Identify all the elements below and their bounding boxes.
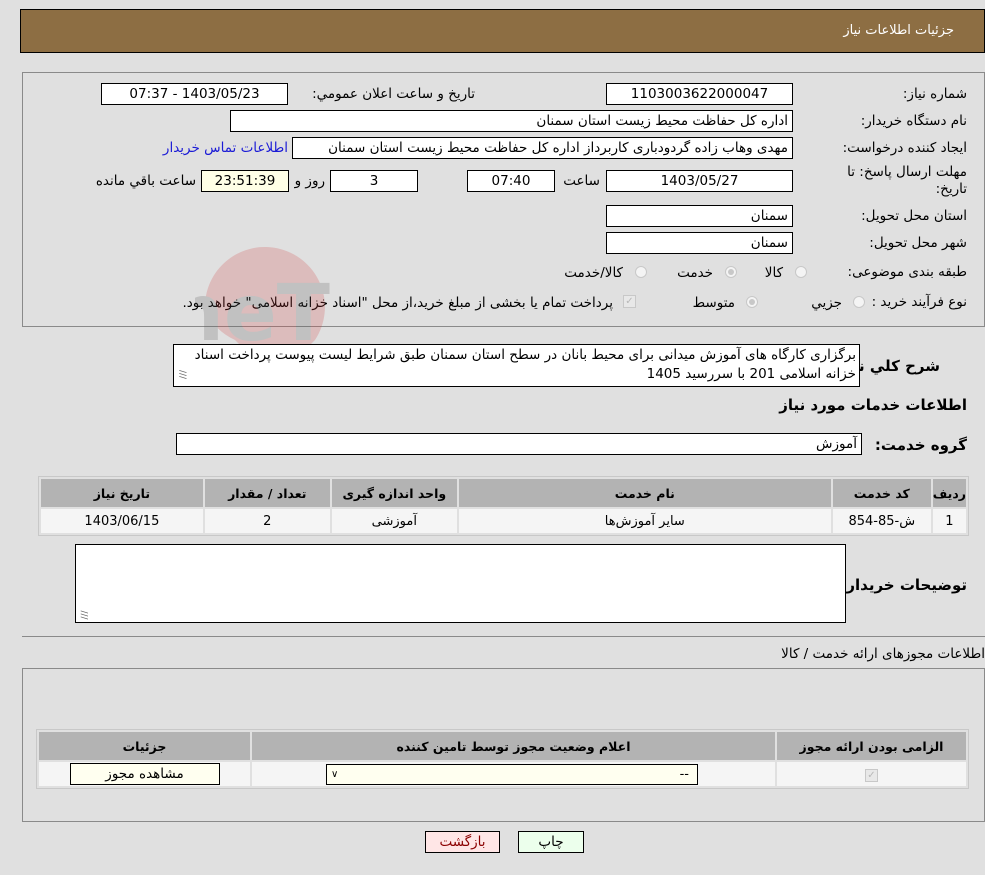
category-radio-goods-service[interactable] — [635, 266, 647, 278]
treasury-checkbox[interactable]: ✓ — [623, 295, 636, 308]
process-medium-label: متوسط — [692, 295, 735, 311]
col-unit: واحد اندازه گیری — [331, 479, 457, 507]
print-button[interactable]: چاپ — [518, 831, 584, 853]
chevron-down-icon: ∨ — [331, 768, 339, 780]
deadline-date-field: 1403/05/27 — [606, 170, 793, 192]
services-table: ردیف کد خدمت نام خدمت واحد اندازه گیری ت… — [38, 476, 969, 536]
cell-name: سایر آموزش‌ها — [458, 509, 831, 533]
col-row: ردیف — [932, 479, 966, 507]
category-goods-service-label: کالا/خدمت — [564, 265, 623, 281]
buyer-org-label: نام دستگاه خریدار: — [860, 113, 967, 129]
cell-date: 1403/06/15 — [41, 509, 203, 533]
page-title: جزئیات اطلاعات نیاز — [843, 23, 954, 38]
services-section-title: اطلاعات خدمات مورد نیاز — [779, 396, 967, 414]
view-permit-button[interactable]: مشاهده مجوز — [69, 763, 220, 785]
description-text: برگزاری کارگاه های آموزش میدانی برای محی… — [194, 347, 856, 382]
time-remaining-field: 23:51:39 — [201, 170, 289, 192]
days-remaining-field: 3 — [330, 170, 418, 192]
cell-details: مشاهده مجوز — [39, 762, 250, 786]
buyer-notes-textarea[interactable]: /// — [75, 544, 846, 623]
col-required: الزامی بودن ارائه مجوز — [777, 732, 966, 760]
col-details: جزئیات — [39, 732, 250, 760]
cell-required: ✓ — [777, 762, 966, 786]
cell-unit: آموزشی — [331, 509, 457, 533]
permits-section-title: اطلاعات مجوزهای ارائه خدمت / کالا — [781, 646, 985, 662]
description-textarea[interactable]: برگزاری کارگاه های آموزش میدانی برای محی… — [173, 344, 860, 387]
col-date: تاریخ نیاز — [41, 479, 203, 507]
col-name: نام خدمت — [458, 479, 831, 507]
table-row: 1 ش-85-854 سایر آموزش‌ها آموزشی 2 1403/0… — [41, 509, 966, 533]
permit-status-value: -- — [679, 766, 689, 782]
province-field: سمنان — [606, 205, 793, 227]
cell-qty: 2 — [204, 509, 330, 533]
category-radio-service[interactable] — [725, 266, 737, 278]
creator-field: مهدی وهاب زاده گردودباری کاربرداز اداره … — [292, 137, 793, 159]
col-status: اعلام وضعیت مجوز توسط تامین کننده — [252, 732, 775, 760]
process-radio-minor[interactable] — [853, 296, 865, 308]
need-number-field: 1103003622000047 — [606, 83, 793, 105]
deadline-time-field: 07:40 — [467, 170, 555, 192]
col-code: کد خدمت — [832, 479, 931, 507]
province-label: استان محل تحویل: — [861, 208, 967, 224]
need-number-label: شماره نیاز: — [902, 86, 967, 102]
process-label: نوع فرآیند خرید : — [871, 294, 967, 310]
category-label: طبقه بندی موضوعی: — [847, 264, 967, 280]
resize-handle-icon[interactable]: /// — [174, 370, 191, 379]
service-group-field: آموزش — [176, 433, 862, 455]
resize-handle-icon[interactable]: /// — [79, 610, 89, 619]
category-radio-goods[interactable] — [795, 266, 807, 278]
deadline-time-label: ساعت — [563, 173, 600, 189]
cell-status: -- ∨ — [252, 762, 775, 786]
process-minor-label: جزيي — [811, 295, 842, 311]
creator-label: ایجاد کننده درخواست: — [842, 140, 967, 156]
treasury-note: پرداخت تمام یا بخشی از مبلغ خرید،از محل … — [182, 295, 613, 311]
category-service-label: خدمت — [677, 265, 713, 281]
time-remaining-label: ساعت باقي مانده — [95, 173, 196, 189]
permit-required-checkbox[interactable]: ✓ — [865, 768, 878, 782]
days-label: روز و — [294, 173, 325, 189]
back-button[interactable]: بازگشت — [425, 831, 500, 853]
permits-table: الزامی بودن ارائه مجوز اعلام وضعیت مجوز … — [36, 729, 969, 789]
services-table-header: ردیف کد خدمت نام خدمت واحد اندازه گیری ت… — [41, 479, 966, 507]
city-field: سمنان — [606, 232, 793, 254]
cell-row: 1 — [932, 509, 966, 533]
table-row: ✓ -- ∨ مشاهده مجوز — [39, 762, 966, 786]
process-radio-medium[interactable] — [746, 296, 758, 308]
deadline-label: مهلت ارسال پاسخ: تا تاریخ: — [847, 164, 967, 197]
category-goods-label: کالا — [764, 265, 783, 281]
col-qty: تعداد / مقدار — [204, 479, 330, 507]
announce-field: 1403/05/23 - 07:37 — [101, 83, 288, 105]
city-label: شهر محل تحویل: — [869, 235, 967, 251]
announce-label: تاریخ و ساعت اعلان عمومي: — [312, 86, 475, 102]
permit-status-select[interactable]: -- ∨ — [326, 763, 698, 785]
buyer-org-field: اداره کل حفاظت محیط زیست استان سمنان — [230, 110, 793, 132]
page-header: جزئیات اطلاعات نیاز — [20, 9, 985, 53]
divider — [22, 636, 985, 637]
cell-code: ش-85-854 — [832, 509, 931, 533]
buyer-notes-label: توضیحات خریدار: — [840, 576, 967, 594]
buyer-contact-link[interactable]: اطلاعات تماس خریدار — [163, 140, 288, 156]
service-group-label: گروه خدمت: — [874, 436, 967, 454]
permits-table-header: الزامی بودن ارائه مجوز اعلام وضعیت مجوز … — [39, 732, 966, 760]
